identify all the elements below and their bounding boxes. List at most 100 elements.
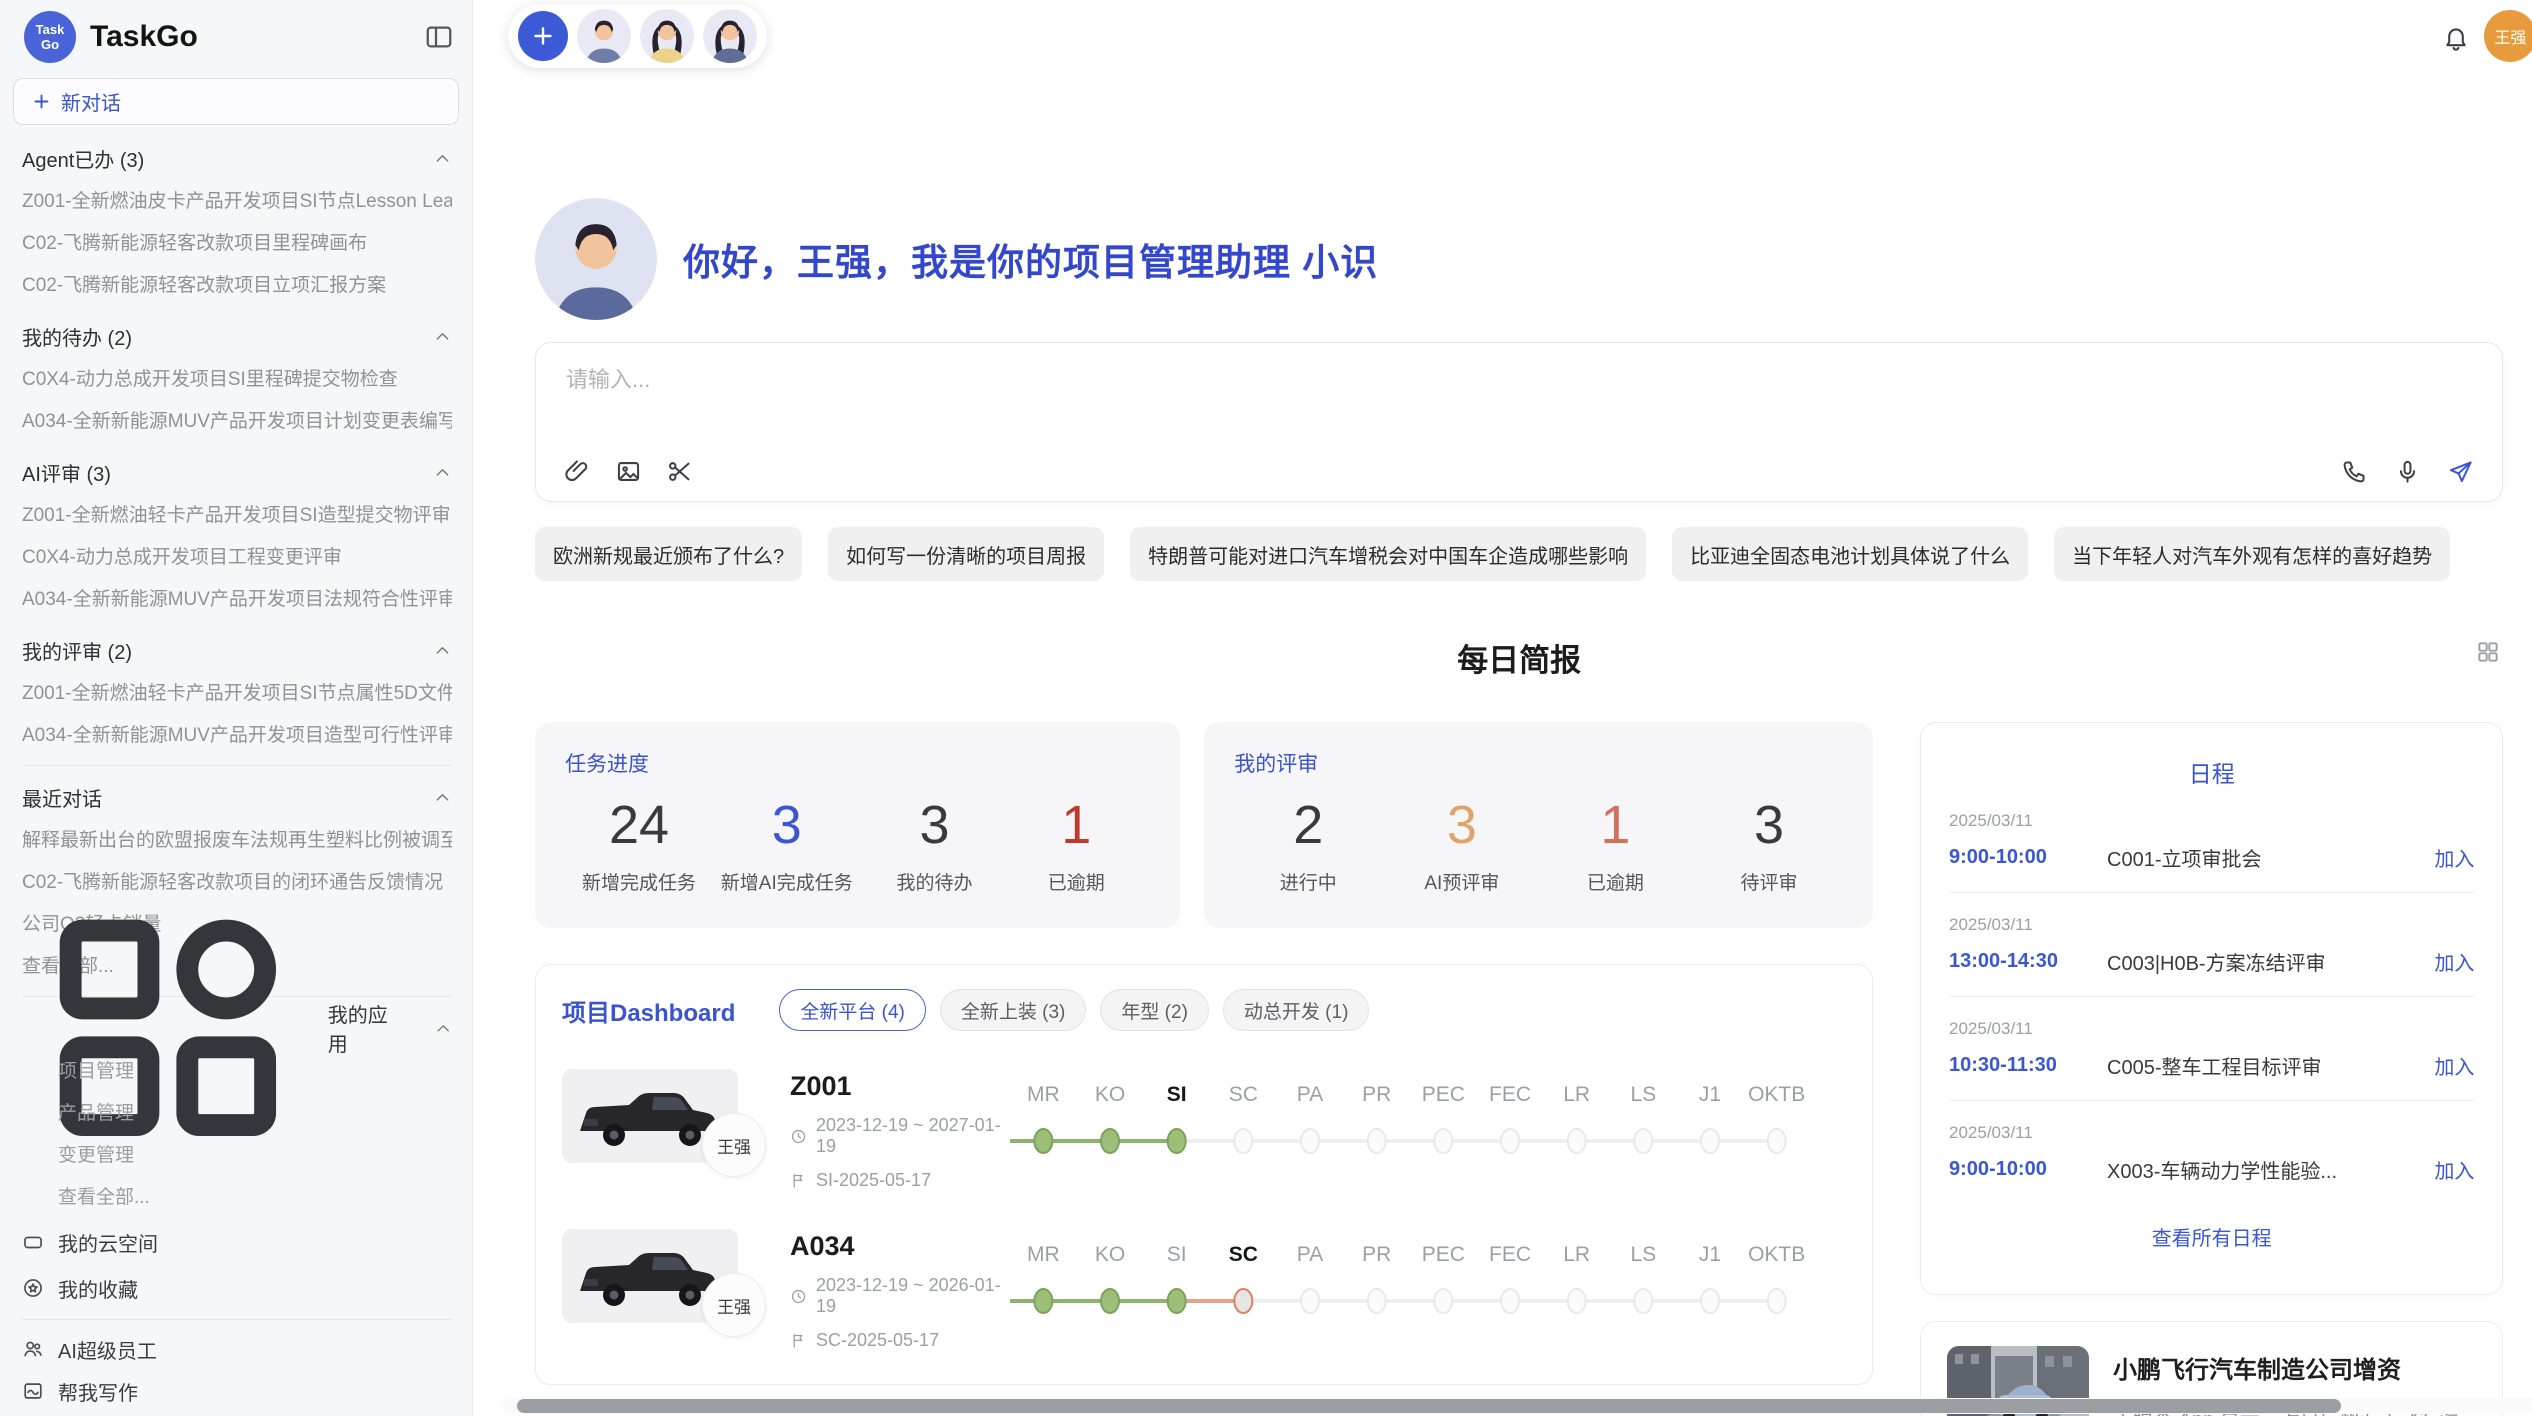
dashboard-header: 项目Dashboard 全新平台 (4)全新上装 (3)年型 (2)动总开发 (… [562, 989, 1846, 1031]
dashboard-tabs: 全新平台 (4) 全新上装 (3) 年型 (2) 动总开发 (1) [779, 989, 1369, 1031]
svg-text:KO: KO [1095, 1083, 1125, 1106]
app-link[interactable]: 查看全部... [22, 1177, 452, 1219]
sidebar-section-header-0[interactable]: Agent已办 (3) [22, 135, 452, 181]
svg-text:PEC: PEC [1422, 1083, 1465, 1106]
logo-line2: Go [41, 37, 59, 52]
divider [22, 765, 452, 766]
chevron-up-icon [433, 463, 452, 482]
sidebar-task-item[interactable]: A034-全新新能源MUV产品开发项目计划变更表编写 [22, 401, 452, 443]
sidebar-task-item[interactable]: Z001-全新燃油轻卡产品开发项目SI节点属性5D文件评审 [22, 673, 452, 715]
stat-label: 新增AI完成任务 [721, 868, 853, 895]
sidebar-task-item[interactable]: C02-飞腾新能源轻客改款项目里程碑画布 [22, 223, 452, 265]
greeting-text: 你好，王强，我是你的项目管理助理 小识 [683, 232, 1378, 286]
quick-actions-pill [508, 4, 767, 68]
project-dates: 2023-12-19 ~ 2026-01-19 [790, 1275, 1006, 1317]
stat: 1 已逾期 [1555, 794, 1675, 895]
chat-input[interactable] [566, 367, 1996, 393]
section-title: 我的评审 (2) [22, 636, 132, 665]
project-row-A034[interactable]: 王强 A034 2023-12-19 ~ 2026-01-19 SC-2025-… [562, 1229, 1846, 1351]
stat-label: 我的待办 [875, 868, 995, 895]
sidebar-task-item[interactable]: A034-全新新能源MUV产品开发项目法规符合性评审 [22, 579, 452, 621]
schedule-time: 13:00-14:30 [1949, 950, 2107, 973]
join-meeting-link[interactable]: 加入 [2434, 843, 2474, 872]
stat-value: 1 [1016, 794, 1136, 856]
schedule-event-title: X003-车辆动力学性能验... [2107, 1155, 2434, 1184]
left-column: 任务进度 24 新增完成任务 3 新增AI完成任务 3 我的待办 1 已逾期 我… [535, 722, 1873, 1416]
svg-text:J1: J1 [1699, 1243, 1721, 1266]
project-code: Z001 [790, 1071, 1006, 1102]
stat-label: AI预评审 [1402, 868, 1522, 895]
sidebar-link-我的云空间[interactable]: 我的云空间 [22, 1219, 452, 1265]
teammate-avatar-3[interactable] [703, 9, 757, 63]
scissors-icon[interactable] [666, 458, 693, 485]
sidebar-tool-创意制图[interactable]: 创意制图 [22, 1412, 452, 1416]
schedule-date: 2025/03/11 [1949, 811, 2474, 831]
phone-call-icon[interactable] [2341, 458, 2368, 485]
schedule-item: 2025/03/11 10:30-11:30 C005-整车工程目标评审 加入 [1949, 997, 2474, 1101]
section-title: Agent已办 (3) [22, 144, 144, 173]
dashboard-tab[interactable]: 全新上装 (3) [940, 989, 1087, 1031]
write-image-icon [22, 1380, 44, 1402]
dashboard-tab[interactable]: 全新平台 (4) [779, 989, 926, 1031]
my-apps-label: 我的应用 [328, 999, 406, 1057]
sidebar-task-item[interactable]: Z001-全新燃油皮卡产品开发项目SI节点Lesson Learn报告 [22, 181, 452, 223]
dashboard-tab[interactable]: 动总开发 (1) [1223, 989, 1370, 1031]
send-icon[interactable] [2447, 458, 2474, 485]
suggestion-chip[interactable]: 特朗普可能对进口汽车增税会对中国车企造成哪些影响 [1130, 527, 1646, 581]
stat-label: 已逾期 [1016, 868, 1136, 895]
recent-conversation-item[interactable]: 解释最新出台的欧盟报废车法规再生塑料比例被调至15%... [22, 820, 452, 862]
teammate-avatar-1[interactable] [577, 9, 631, 63]
paperclip-icon[interactable] [564, 458, 591, 485]
flag-icon [790, 1172, 807, 1189]
suggestion-chip[interactable]: 欧洲新规最近颁布了什么? [535, 527, 802, 581]
suggestion-chip[interactable]: 如何写一份清晰的项目周报 [828, 527, 1104, 581]
sidebar-task-item[interactable]: C02-飞腾新能源轻客改款项目立项汇报方案 [22, 265, 452, 307]
user-avatar[interactable]: 王强 [2484, 10, 2532, 62]
svg-text:SI: SI [1167, 1083, 1187, 1106]
join-meeting-link[interactable]: 加入 [2434, 1051, 2474, 1080]
sidebar-task-item[interactable]: Z001-全新燃油轻卡产品开发项目SI造型提交物评审 [22, 495, 452, 537]
schedule-time: 10:30-11:30 [1949, 1054, 2107, 1077]
teammate-avatar-2[interactable] [640, 9, 694, 63]
briefing-header: 每日简报 [535, 635, 2503, 680]
horizontal-scrollbar-thumb[interactable] [517, 1399, 2341, 1413]
notification-bell-icon[interactable] [2442, 24, 2470, 52]
view-all-schedule-link[interactable]: 查看所有日程 [1949, 1222, 2474, 1251]
sidebar-task-item[interactable]: C0X4-动力总成开发项目工程变更评审 [22, 537, 452, 579]
sidebar-tool-帮我写作[interactable]: 帮我写作 [22, 1370, 452, 1412]
collapse-sidebar-icon[interactable] [424, 22, 454, 52]
stat-card-0: 任务进度 24 新增完成任务 3 新增AI完成任务 3 我的待办 1 已逾期 [535, 722, 1180, 928]
image-attach-icon[interactable] [615, 458, 642, 485]
join-meeting-link[interactable]: 加入 [2434, 947, 2474, 976]
sidebar-recent-header[interactable]: 最近对话 [22, 774, 452, 820]
new-chat-button[interactable]: 新对话 [13, 78, 459, 125]
sidebar-task-item[interactable]: A034-全新新能源MUV产品开发项目造型可行性评审 [22, 715, 452, 757]
tool-label: 帮我写作 [58, 1377, 138, 1406]
sidebar-task-item[interactable]: C0X4-动力总成开发项目SI里程碑提交物检查 [22, 359, 452, 401]
layout-grid-icon[interactable] [2475, 639, 2501, 665]
milestone-track: MRKOSISCPAPRPECFECLRLSJ1OKTB [1010, 1235, 1846, 1331]
sidebar-section-header-2[interactable]: AI评审 (3) [22, 449, 452, 495]
project-dates: 2023-12-19 ~ 2027-01-19 [790, 1115, 1006, 1157]
topbar: 王强 [473, 0, 2532, 72]
suggestion-chip[interactable]: 比亚迪全固态电池计划具体说了什么 [1672, 527, 2028, 581]
sidebar-tool-AI超级员工[interactable]: AI超级员工 [22, 1328, 452, 1370]
join-meeting-link[interactable]: 加入 [2434, 1155, 2474, 1184]
stat: 3 我的待办 [875, 794, 995, 895]
sidebar-section-header-1[interactable]: 我的待办 (2) [22, 313, 452, 359]
clock-icon [790, 1128, 807, 1145]
add-conversation-button[interactable] [518, 11, 568, 61]
svg-text:LR: LR [1563, 1083, 1590, 1106]
svg-text:J1: J1 [1699, 1083, 1721, 1106]
svg-text:OKTB: OKTB [1748, 1243, 1805, 1266]
project-row-Z001[interactable]: 王强 Z001 2023-12-19 ~ 2027-01-19 SI-2025-… [562, 1069, 1846, 1191]
stat-value: 3 [875, 794, 995, 856]
suggestion-chip[interactable]: 当下年轻人对汽车外观有怎样的喜好趋势 [2054, 527, 2450, 581]
my-apps-header[interactable]: 我的应用 [22, 1005, 452, 1051]
link-label: 我的云空间 [58, 1228, 158, 1257]
sidebar-section-header-3[interactable]: 我的评审 (2) [22, 627, 452, 673]
schedule-item: 2025/03/11 9:00-10:00 C001-立项审批会 加入 [1949, 789, 2474, 893]
dashboard-tab[interactable]: 年型 (2) [1100, 989, 1209, 1031]
sidebar-link-我的收藏[interactable]: 我的收藏 [22, 1265, 452, 1311]
microphone-icon[interactable] [2394, 458, 2421, 485]
